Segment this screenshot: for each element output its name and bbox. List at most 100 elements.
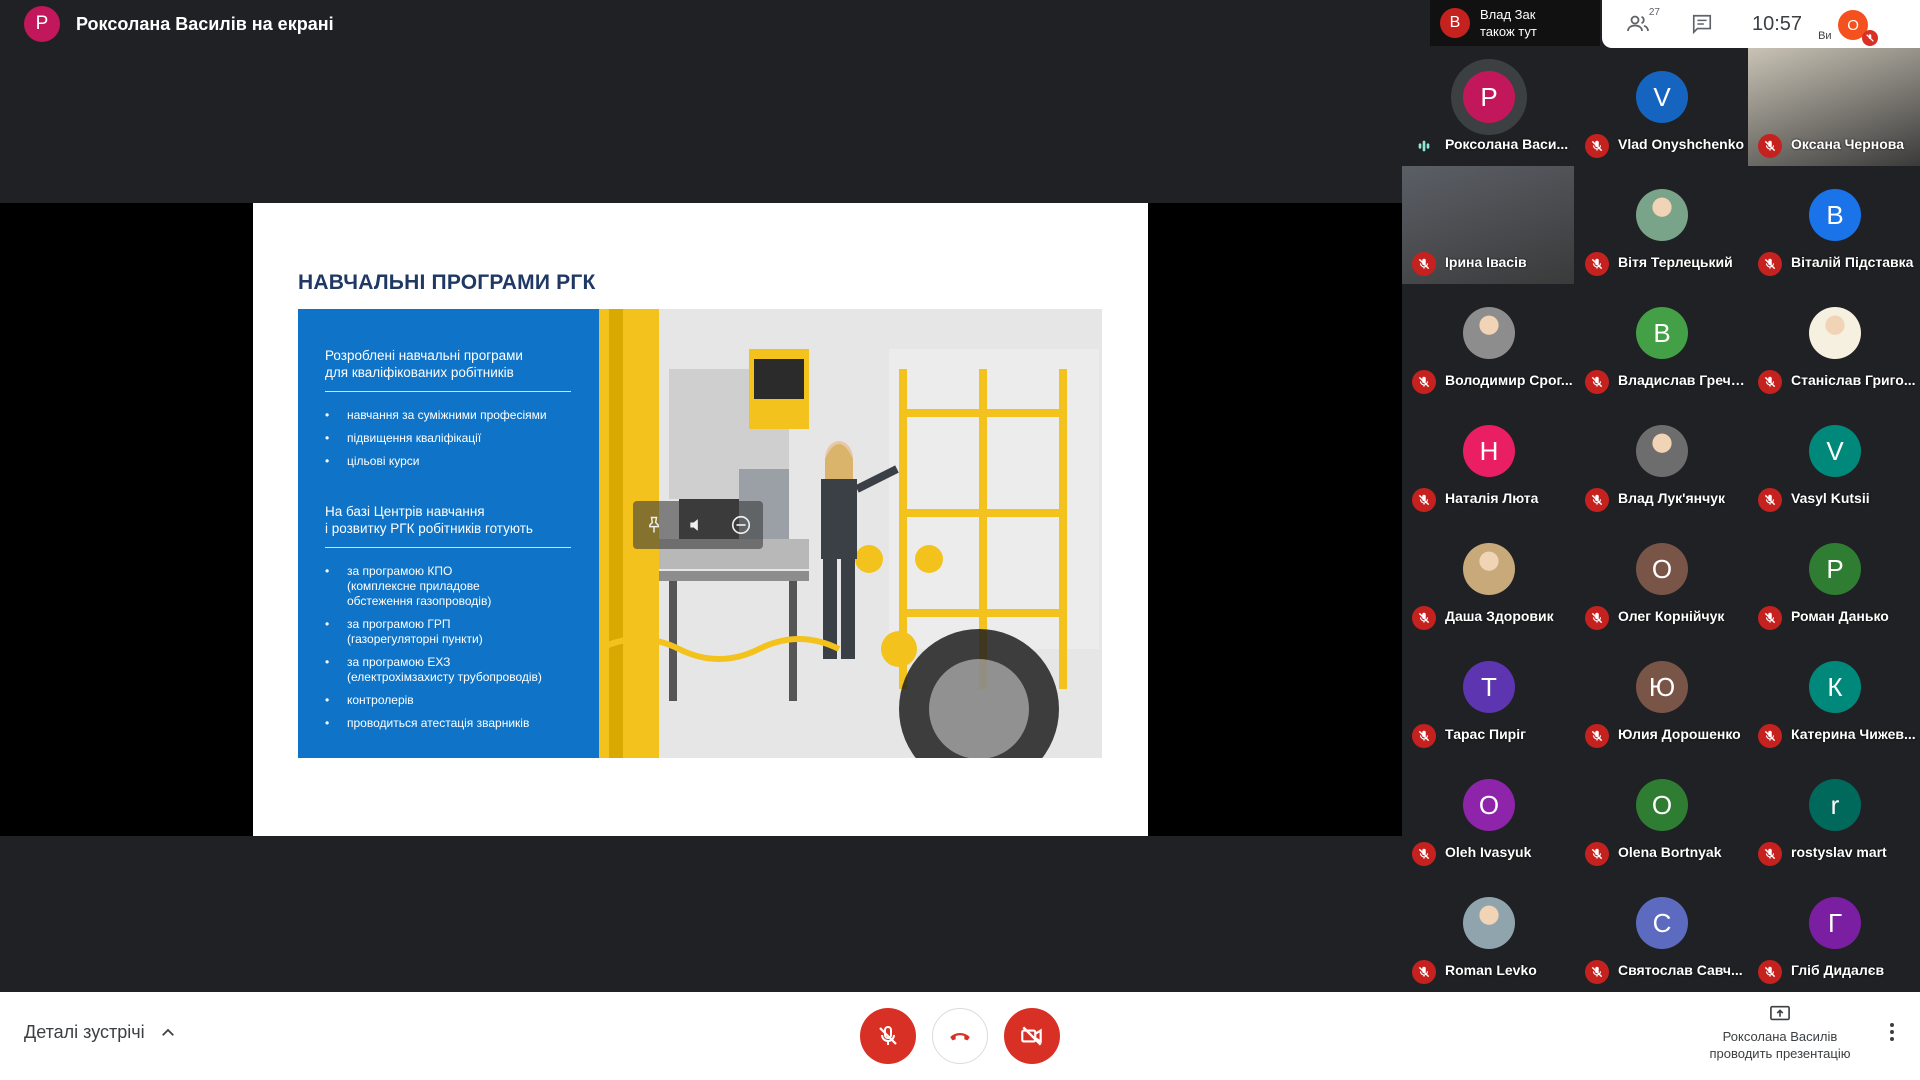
slide-text-panel: Розроблені навчальні програми для кваліф… [298, 309, 599, 758]
camera-off-icon [1021, 1026, 1042, 1046]
participant-tile[interactable]: О Olena Bortnyak [1575, 756, 1747, 874]
participant-name: Володимир Срог... [1445, 372, 1573, 388]
mic-off-icon [1758, 606, 1782, 630]
also-here-notice[interactable]: В Влад Зак також тут [1430, 0, 1600, 46]
participant-name: Святослав Савч... [1618, 962, 1743, 978]
also-here-text: Влад Зак також тут [1480, 6, 1537, 40]
presentation-overlay-controls [633, 501, 763, 549]
block2-heading-line2: і розвитку РГК робітників готують [325, 521, 533, 536]
participant-name: Роман Данько [1791, 608, 1889, 624]
participant-tile[interactable]: В Владислав Гречк... [1575, 284, 1747, 402]
mic-off-icon [1585, 134, 1609, 158]
mic-off-icon [1412, 488, 1436, 512]
participant-tile[interactable]: Ірина Івасів [1402, 166, 1574, 284]
participant-name: Roman Levko [1445, 962, 1537, 978]
mic-off-icon [1758, 370, 1782, 394]
participant-tile[interactable]: Даша Здоровик [1402, 520, 1574, 638]
mic-toggle-button[interactable] [860, 1008, 916, 1064]
self-mic-off-icon [1862, 30, 1879, 46]
participant-tile[interactable]: О Олег Корнійчук [1575, 520, 1747, 638]
participant-tile[interactable]: В Віталій Підставка [1748, 166, 1920, 284]
control-bar: Деталі зустрічі Роксолана Василів провод… [0, 992, 1920, 1080]
participant-avatar: К [1809, 661, 1861, 713]
more-options-button[interactable] [1880, 1020, 1904, 1049]
participant-tile[interactable]: r rostyslav mart [1748, 756, 1920, 874]
mic-off-icon [1585, 960, 1609, 984]
participant-tile[interactable]: Р Роксолана Васи... [1402, 48, 1574, 172]
participant-avatar: О [1463, 779, 1515, 831]
list-item: за програмою ГРП(газорегуляторні пункти) [325, 617, 575, 647]
participant-name: Ірина Івасів [1445, 254, 1527, 270]
participants-grid: Р Роксолана Васи... V Vlad Onyshchenko Оксан… [1402, 48, 1920, 992]
participant-avatar: Н [1463, 425, 1515, 477]
list-item: цільові курси [325, 454, 575, 469]
mic-off-icon [1758, 842, 1782, 866]
status-bar: 27 10:57 Ви О [1602, 0, 1920, 48]
mic-off-icon [1758, 960, 1782, 984]
list-item: за програмою КПО(комплексне приладовеобс… [325, 564, 575, 609]
participant-tile[interactable]: Roman Levko [1402, 874, 1574, 992]
list-item: підвищення кваліфікації [325, 431, 575, 446]
participant-tile[interactable]: Ю Юлия Дорошенко [1575, 638, 1747, 756]
mic-off-icon [1758, 252, 1782, 276]
list-item: за програмою ЕХЗ(електрохімзахисту трубо… [325, 655, 575, 685]
participant-name: rostyslav mart [1791, 844, 1887, 860]
participant-avatar: В [1809, 189, 1861, 241]
participant-tile[interactable]: Станіслав Григо... [1748, 284, 1920, 402]
participant-tile[interactable]: Р Роман Данько [1748, 520, 1920, 638]
participant-avatar: В [1636, 307, 1688, 359]
participant-name: Влад Лук'янчук [1618, 490, 1726, 506]
also-here-avatar: В [1440, 8, 1470, 38]
participant-tile[interactable]: С Святослав Савч... [1575, 874, 1747, 992]
participant-avatar: Р [1463, 71, 1515, 123]
participant-avatar: V [1636, 71, 1688, 123]
participant-avatar: С [1636, 897, 1688, 949]
meet-window: { "header": { "presenter_initial": "Р", … [0, 0, 1920, 1080]
participant-avatar: Р [1809, 543, 1861, 595]
participant-tile[interactable]: V Vasyl Kutsii [1748, 402, 1920, 520]
participant-tile[interactable]: Оксана Чернова [1748, 48, 1920, 166]
participant-tile[interactable]: Володимир Срог... [1402, 284, 1574, 402]
mic-off-icon [1585, 488, 1609, 512]
slide: НАВЧАЛЬНІ ПРОГРАМИ РГК Розроблені навчал… [253, 203, 1148, 836]
mic-off-icon [1585, 842, 1609, 866]
participant-name: Віталій Підставка [1791, 254, 1914, 270]
camera-toggle-button[interactable] [1004, 1008, 1060, 1064]
presenting-status[interactable]: Роксолана Василів проводить презентацію [1690, 1004, 1870, 1062]
participant-name: Юлия Дорошенко [1618, 726, 1741, 742]
people-button[interactable]: 27 [1624, 7, 1660, 38]
mic-off-icon [1758, 488, 1782, 512]
presenter-bar: Р Роксолана Василів на екрані [0, 0, 1402, 48]
participant-tile[interactable]: V Vlad Onyshchenko [1575, 48, 1747, 166]
participant-avatar [1463, 543, 1515, 595]
participant-tile[interactable]: О Oleh Ivasyuk [1402, 756, 1574, 874]
leave-call-button[interactable] [932, 1008, 988, 1064]
participant-tile[interactable]: Вітя Терлецький [1575, 166, 1747, 284]
chat-button[interactable] [1688, 10, 1716, 38]
speaking-icon [1412, 134, 1436, 158]
mic-off-icon [1585, 252, 1609, 276]
participant-tile[interactable]: Н Наталія Люта [1402, 402, 1574, 520]
audio-icon[interactable] [687, 515, 707, 535]
self-tile[interactable]: Ви О [1818, 2, 1879, 46]
participant-name: Роксолана Васи... [1445, 136, 1569, 152]
mic-off-icon [1758, 134, 1782, 158]
participant-name: Наталія Люта [1445, 490, 1539, 506]
also-here-name: Влад Зак [1480, 7, 1536, 22]
participant-name: Катерина Чижев... [1791, 726, 1916, 742]
participant-tile[interactable]: Т Тарас Пиріг [1402, 638, 1574, 756]
pin-icon[interactable] [644, 515, 664, 535]
block2-heading-line1: На базі Центрів навчання [325, 504, 485, 519]
present-screen-icon [1770, 1005, 1790, 1021]
participant-tile[interactable]: Г Гліб Дидалєв [1748, 874, 1920, 992]
meeting-details-button[interactable]: Деталі зустрічі [24, 1022, 177, 1043]
participant-name: Даша Здоровик [1445, 608, 1554, 624]
more-vert-icon [1890, 1023, 1894, 1041]
participant-tile[interactable]: К Катерина Чижев... [1748, 638, 1920, 756]
minimize-icon[interactable] [730, 514, 752, 536]
presenter-avatar: Р [24, 6, 60, 42]
mic-off-icon [1585, 724, 1609, 748]
mic-off-icon [1585, 370, 1609, 394]
participant-tile[interactable]: Влад Лук'янчук [1575, 402, 1747, 520]
participant-name: Владислав Гречк... [1618, 372, 1746, 388]
